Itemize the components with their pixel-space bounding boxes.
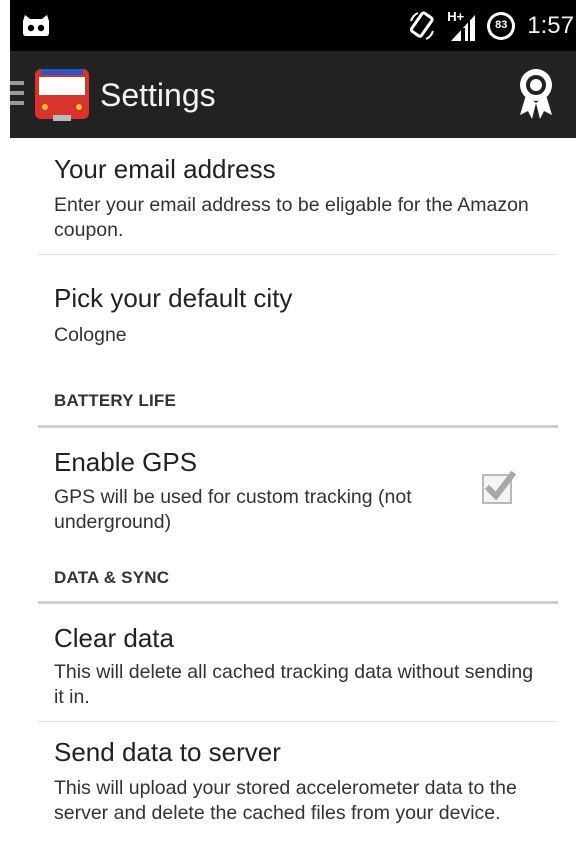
pref-clear-data[interactable]: Clear data This will delete all cached t…: [38, 605, 558, 721]
checkmark-icon: [484, 470, 516, 501]
pref-city-title: Pick your default city: [54, 283, 293, 313]
pref-clear-title: Clear data: [54, 623, 174, 653]
pref-send-summary: This will upload your stored acceleromet…: [54, 777, 517, 824]
gps-checkbox[interactable]: [482, 470, 516, 504]
battery-level: 83: [495, 18, 508, 31]
pref-email-title: Your email address: [54, 154, 276, 184]
clock: 1:57: [527, 11, 574, 39]
pref-gps-title: Enable GPS: [54, 447, 198, 477]
screen-rotation-icon: [410, 10, 435, 40]
signal-icon: H+: [447, 9, 476, 41]
category-battery-life: BATTERY LIFE: [54, 391, 177, 410]
action-bar: Settings: [10, 51, 576, 138]
pref-send-data[interactable]: Send data to server This will upload you…: [38, 722, 558, 860]
pref-send-title: Send data to server: [54, 737, 281, 767]
pref-gps-summary: GPS will be used for custom tracking (no…: [54, 486, 412, 533]
settings-screen: H+ 83 1:57 Settings Your email address E…: [0, 0, 576, 860]
pref-email-summary: Enter your email address to be eligable …: [54, 194, 529, 241]
category-divider: [38, 601, 558, 604]
pref-email[interactable]: Your email address Enter your email addr…: [38, 138, 558, 254]
page-title: Settings: [100, 77, 216, 113]
pref-city[interactable]: Pick your default city Cologne: [38, 255, 558, 365]
pref-gps[interactable]: Enable GPS GPS will be used for custom t…: [38, 430, 558, 542]
bus-icon[interactable]: [33, 67, 91, 123]
category-divider: [38, 425, 558, 428]
category-data-sync: DATA & SYNC: [54, 568, 170, 587]
award-icon[interactable]: [518, 65, 554, 123]
menu-icon[interactable]: [10, 81, 24, 109]
battery-icon: 83: [487, 11, 516, 40]
pref-clear-summary: This will delete all cached tracking dat…: [54, 661, 534, 708]
pref-city-summary: Cologne: [54, 324, 127, 346]
android-bot-icon: [23, 15, 49, 36]
status-bar: H+ 83 1:57: [10, 0, 576, 51]
status-icons: H+ 83 1:57: [409, 0, 576, 51]
